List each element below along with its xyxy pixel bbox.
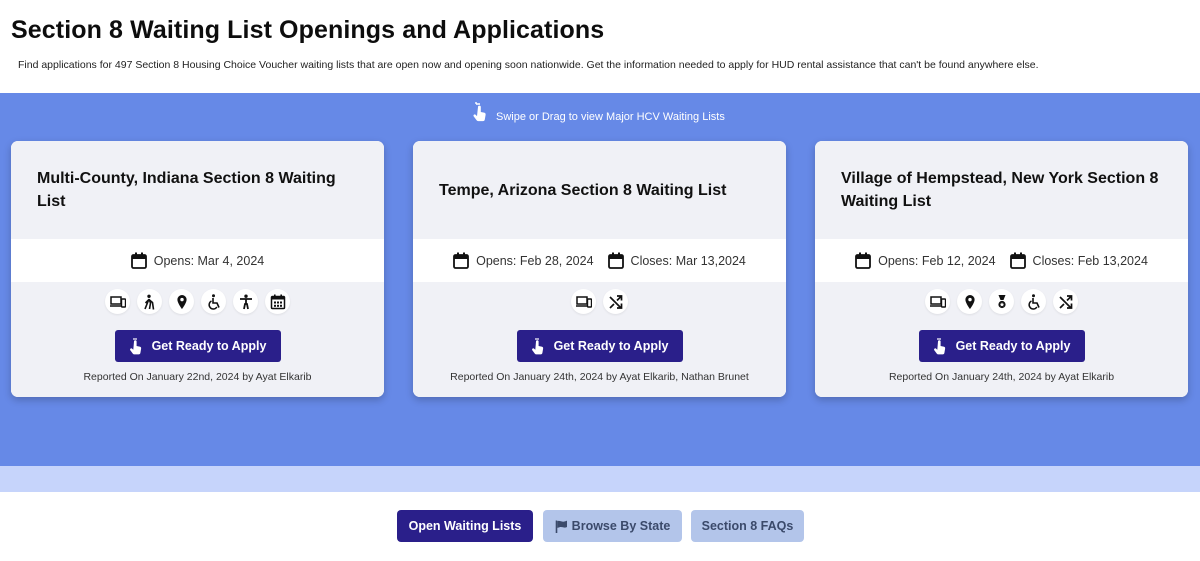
devices-icon [925,289,950,314]
waiting-list-card[interactable]: Multi-County, Indiana Section 8 Waiting … [11,141,384,397]
carousel-footer-band [0,466,1200,492]
calendar-grid-icon [265,289,290,314]
senior-icon [137,289,162,314]
feature-icons [815,289,1188,314]
section-8-faqs-button[interactable]: Section 8 FAQs [691,510,804,542]
calendar-icon [453,252,469,269]
devices-icon [105,289,130,314]
card-header: Village of Hempstead, New York Section 8… [815,141,1188,239]
browse-by-state-button[interactable]: Browse By State [543,510,682,542]
card-header: Tempe, Arizona Section 8 Waiting List [413,141,786,239]
apply-button-label: Get Ready to Apply [151,339,267,353]
waiting-list-card[interactable]: Tempe, Arizona Section 8 Waiting List Op… [413,141,786,397]
swipe-hint: Swipe or Drag to view Major HCV Waiting … [470,99,725,123]
card-title[interactable]: Village of Hempstead, New York Section 8… [841,167,1164,213]
get-ready-to-apply-button[interactable]: Get Ready to Apply [114,330,281,362]
calendar-icon [1009,252,1026,269]
apply-button-label: Get Ready to Apply [955,339,1071,353]
wheelchair-icon [201,289,226,314]
opens-date: Opens: Feb 28, 2024 [453,252,594,269]
waiting-list-card[interactable]: Village of Hempstead, New York Section 8… [815,141,1188,397]
calendar-icon [130,252,147,269]
apply-button-label: Get Ready to Apply [553,339,669,353]
closes-date: Closes: Feb 13,2024 [1009,252,1148,269]
card-dates: Opens: Mar 4, 2024 [11,239,384,282]
feature-icons [11,289,384,314]
closes-text: Closes: Feb 13,2024 [1032,253,1148,268]
card-lower: Get Ready to Apply Reported On January 2… [413,282,786,397]
calendar-icon [607,252,624,269]
opens-text: Opens: Feb 28, 2024 [476,253,594,268]
location-pin-icon [957,289,982,314]
opens-text: Opens: Mar 4, 2024 [153,253,265,268]
closes-date: Closes: Mar 13,2024 [607,252,746,269]
open-waiting-lists-label: Open Waiting Lists [408,519,522,533]
reported-text: Reported On January 24th, 2024 by Ayat E… [888,371,1115,383]
browse-by-state-label: Browse By State [571,519,671,533]
swipe-hand-icon [473,102,486,122]
opens-date: Opens: Mar 4, 2024 [130,252,265,269]
open-waiting-lists-button[interactable]: Open Waiting Lists [397,510,533,542]
feature-icons [413,289,786,314]
card-title[interactable]: Tempe, Arizona Section 8 Waiting List [439,179,726,202]
get-ready-to-apply-button[interactable]: Get Ready to Apply [918,330,1085,362]
card-dates: Opens: Feb 28, 2024 Closes: Mar 13,2024 [413,239,786,282]
shuffle-icon [1053,289,1078,314]
bottom-nav: Open Waiting Lists Browse By State Secti… [0,492,1200,561]
location-pin-icon [169,289,194,314]
card-dates: Opens: Feb 12, 2024 Closes: Feb 13,2024 [815,239,1188,282]
page-title: Section 8 Waiting List Openings and Appl… [11,16,605,44]
calendar-icon [855,252,871,269]
devices-icon [571,289,596,314]
veteran-medal-icon [989,289,1014,314]
hand-pointer-icon [531,337,543,354]
flag-icon [555,520,567,533]
hand-pointer-icon [129,337,141,354]
opens-text: Opens: Feb 12, 2024 [878,253,996,268]
page-subtitle: Find applications for 497 Section 8 Hous… [18,59,1039,71]
get-ready-to-apply-button[interactable]: Get Ready to Apply [516,330,683,362]
card-header: Multi-County, Indiana Section 8 Waiting … [11,141,384,239]
card-title[interactable]: Multi-County, Indiana Section 8 Waiting … [37,167,360,213]
card-lower: Get Ready to Apply Reported On January 2… [815,282,1188,397]
wheelchair-icon [1021,289,1046,314]
card-lower: Get Ready to Apply Reported On January 2… [11,282,384,397]
hand-pointer-icon [933,337,945,354]
section-8-faqs-label: Section 8 FAQs [701,519,794,533]
reported-text: Reported On January 22nd, 2024 by Ayat E… [83,371,312,383]
shuffle-icon [603,289,628,314]
swipe-hint-text: Swipe or Drag to view Major HCV Waiting … [496,111,725,123]
opens-date: Opens: Feb 12, 2024 [855,252,996,269]
closes-text: Closes: Mar 13,2024 [630,253,746,268]
person-icon [233,289,258,314]
reported-text: Reported On January 24th, 2024 by Ayat E… [450,371,749,383]
